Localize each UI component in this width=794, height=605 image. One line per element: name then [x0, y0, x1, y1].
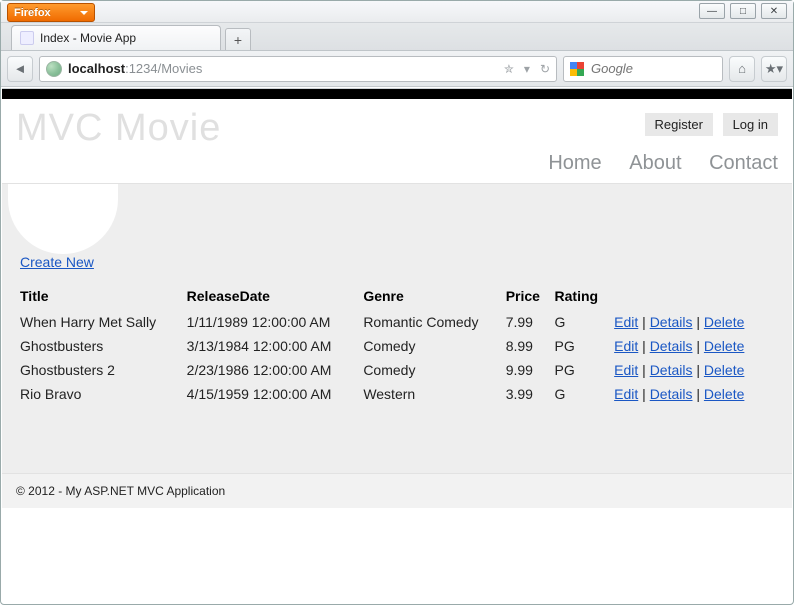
- col-price: Price: [506, 284, 555, 310]
- edit-link[interactable]: Edit: [614, 314, 638, 330]
- firefox-menu-button[interactable]: Firefox: [7, 3, 95, 22]
- new-tab-button[interactable]: +: [225, 28, 251, 50]
- firefox-menu-label: Firefox: [14, 7, 51, 19]
- cell-price: 9.99: [506, 358, 555, 382]
- window-close-button[interactable]: ✕: [761, 3, 787, 19]
- cell-genre: Comedy: [363, 334, 505, 358]
- cell-title: When Harry Met Sally: [20, 310, 187, 334]
- plus-icon: +: [234, 32, 242, 48]
- cell-rating: G: [555, 310, 615, 334]
- cell-actions: Edit | Details | Delete: [614, 358, 774, 382]
- browser-tab[interactable]: Index - Movie App: [11, 25, 221, 50]
- cell-price: 3.99: [506, 382, 555, 406]
- edit-link[interactable]: Edit: [614, 338, 638, 354]
- bookmark-dropdown-icon[interactable]: ▾: [524, 62, 530, 76]
- register-link[interactable]: Register: [645, 113, 713, 136]
- cell-release: 1/11/1989 12:00:00 AM: [187, 310, 364, 334]
- url-path: :1234/Movies: [125, 61, 202, 76]
- tab-title: Index - Movie App: [40, 31, 136, 45]
- cell-genre: Western: [363, 382, 505, 406]
- cell-genre: Romantic Comedy: [363, 310, 505, 334]
- footer-text: © 2012 - My ASP.NET MVC Application: [16, 484, 225, 498]
- browser-toolbar: ◄ localhost:1234/Movies ✮ ▾ ↻ ⌂ ★▾: [1, 51, 793, 87]
- window-maximize-button[interactable]: □: [730, 3, 756, 19]
- url-text: localhost:1234/Movies: [68, 61, 202, 76]
- delete-link[interactable]: Delete: [704, 386, 744, 402]
- tab-strip: Index - Movie App +: [1, 23, 793, 51]
- back-arrow-icon: ◄: [14, 61, 27, 76]
- url-host: localhost: [68, 61, 125, 76]
- col-title: Title: [20, 284, 187, 310]
- cell-release: 3/13/1984 12:00:00 AM: [187, 334, 364, 358]
- table-row: Ghostbusters 22/23/1986 12:00:00 AMComed…: [20, 358, 774, 382]
- cell-price: 7.99: [506, 310, 555, 334]
- page-heading: Index: [20, 210, 774, 242]
- dropdown-caret-icon: [80, 11, 88, 15]
- close-icon: ✕: [770, 6, 778, 17]
- site-title: MVC Movie: [16, 107, 221, 150]
- details-link[interactable]: Details: [650, 338, 693, 354]
- login-link[interactable]: Log in: [723, 113, 778, 136]
- content-area: Index Create New Title ReleaseDate Genre…: [2, 183, 792, 473]
- movies-table: Title ReleaseDate Genre Price Rating Whe…: [20, 284, 774, 406]
- cell-rating: PG: [555, 358, 615, 382]
- primary-nav: Home About Contact: [2, 150, 792, 183]
- cell-rating: PG: [555, 334, 615, 358]
- nav-about[interactable]: About: [629, 152, 681, 174]
- nav-contact[interactable]: Contact: [709, 152, 778, 174]
- home-button[interactable]: ⌂: [729, 56, 755, 82]
- edit-link[interactable]: Edit: [614, 386, 638, 402]
- create-new-link[interactable]: Create New: [20, 254, 94, 270]
- bookmarks-icon: ★▾: [765, 61, 783, 77]
- cell-actions: Edit | Details | Delete: [614, 310, 774, 334]
- col-actions: [614, 284, 774, 310]
- page-footer: © 2012 - My ASP.NET MVC Application: [2, 473, 792, 508]
- cell-title: Ghostbusters: [20, 334, 187, 358]
- cell-price: 8.99: [506, 334, 555, 358]
- cell-actions: Edit | Details | Delete: [614, 334, 774, 358]
- header-ribbon: [2, 89, 792, 99]
- cell-actions: Edit | Details | Delete: [614, 382, 774, 406]
- table-row: Rio Bravo4/15/1959 12:00:00 AMWestern3.9…: [20, 382, 774, 406]
- minimize-icon: —: [707, 6, 717, 17]
- table-row: When Harry Met Sally1/11/1989 12:00:00 A…: [20, 310, 774, 334]
- delete-link[interactable]: Delete: [704, 314, 744, 330]
- bookmarks-menu-button[interactable]: ★▾: [761, 56, 787, 82]
- cell-release: 2/23/1986 12:00:00 AM: [187, 358, 364, 382]
- details-link[interactable]: Details: [650, 314, 693, 330]
- maximize-icon: □: [740, 6, 746, 17]
- cell-rating: G: [555, 382, 615, 406]
- table-header-row: Title ReleaseDate Genre Price Rating: [20, 284, 774, 310]
- back-button[interactable]: ◄: [7, 56, 33, 82]
- reload-button[interactable]: ↻: [540, 62, 550, 76]
- window-minimize-button[interactable]: —: [699, 3, 725, 19]
- details-link[interactable]: Details: [650, 362, 693, 378]
- col-genre: Genre: [363, 284, 505, 310]
- cell-release: 4/15/1959 12:00:00 AM: [187, 382, 364, 406]
- page-viewport: MVC Movie Register Log in Home About Con…: [2, 88, 792, 603]
- table-row: Ghostbusters3/13/1984 12:00:00 AMComedy8…: [20, 334, 774, 358]
- window-titlebar: Firefox — □ ✕: [1, 1, 793, 23]
- col-release: ReleaseDate: [187, 284, 364, 310]
- home-icon: ⌂: [738, 61, 746, 76]
- delete-link[interactable]: Delete: [704, 338, 744, 354]
- col-rating: Rating: [555, 284, 615, 310]
- address-bar[interactable]: localhost:1234/Movies ✮ ▾ ↻: [39, 56, 557, 82]
- edit-link[interactable]: Edit: [614, 362, 638, 378]
- feed-icon[interactable]: ✮: [504, 62, 514, 76]
- search-input[interactable]: [589, 60, 689, 77]
- cell-genre: Comedy: [363, 358, 505, 382]
- favicon-icon: [20, 31, 34, 45]
- auth-box: Register Log in: [639, 113, 778, 136]
- google-icon: [570, 62, 584, 76]
- nav-home[interactable]: Home: [548, 152, 601, 174]
- details-link[interactable]: Details: [650, 386, 693, 402]
- search-box[interactable]: [563, 56, 723, 82]
- cell-title: Rio Bravo: [20, 382, 187, 406]
- site-identity-icon: [46, 61, 62, 77]
- delete-link[interactable]: Delete: [704, 362, 744, 378]
- cell-title: Ghostbusters 2: [20, 358, 187, 382]
